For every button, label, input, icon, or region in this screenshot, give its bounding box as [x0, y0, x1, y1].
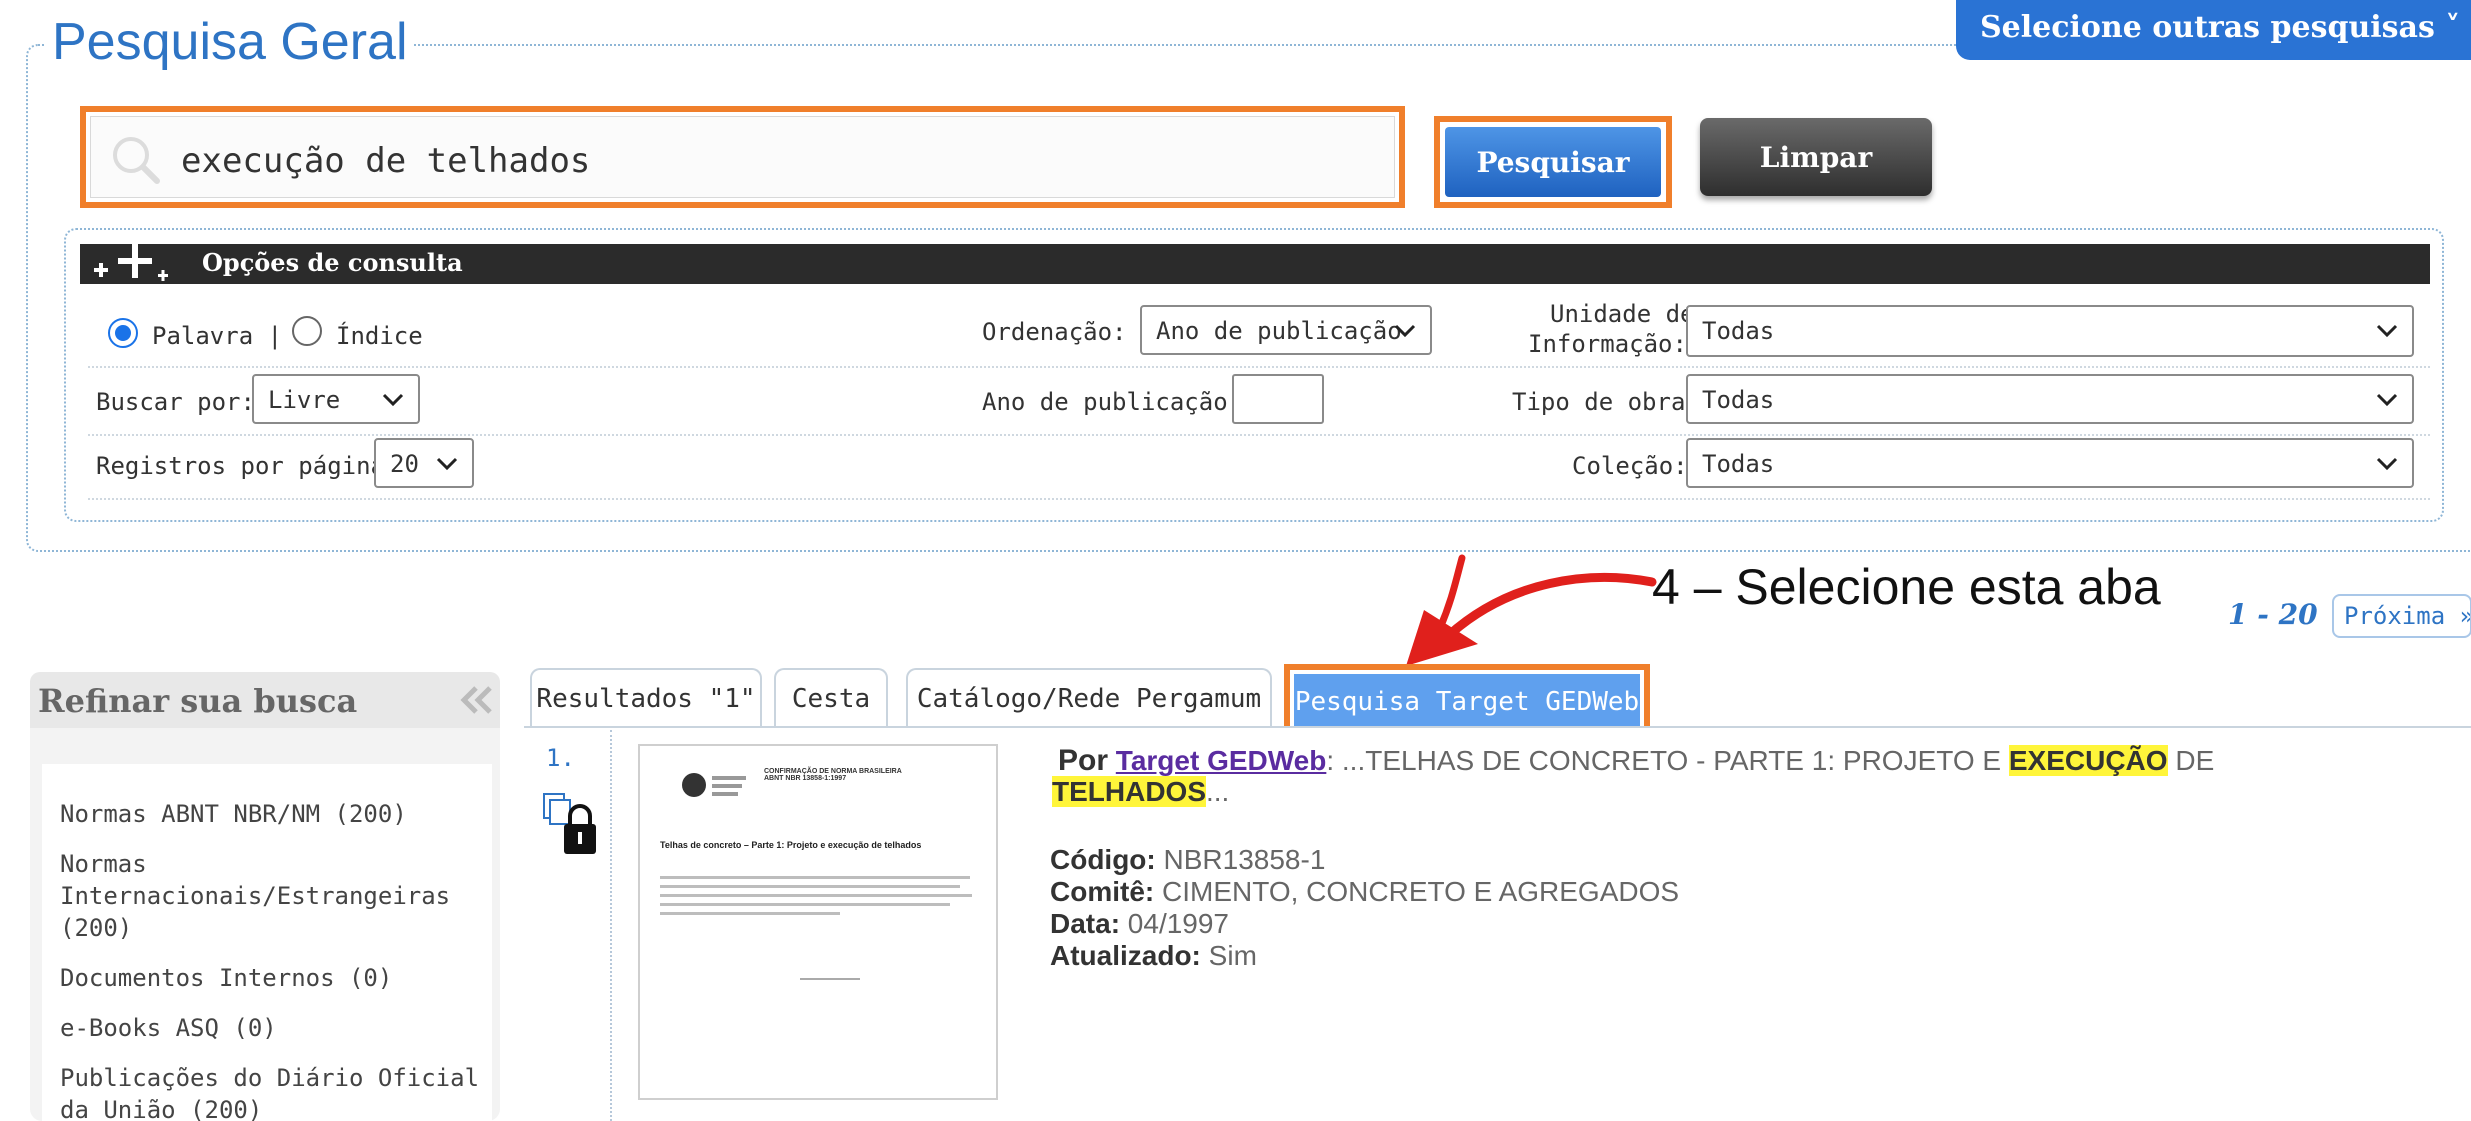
row-divider — [88, 434, 2430, 436]
chevron-down-icon — [436, 457, 458, 471]
unit-select[interactable]: Todas — [1686, 305, 2414, 357]
radio-word[interactable] — [108, 318, 138, 348]
search-by-label: Buscar por: — [96, 388, 255, 416]
sidebar-list: Normas ABNT NBR/NM (200) Normas Internac… — [42, 764, 492, 1121]
document-thumbnail[interactable]: CONFIRMAÇÃO DE NORMA BRASILEIRA ABNT NBR… — [638, 744, 998, 1100]
highlight-telhados: TELHADOS — [1052, 776, 1206, 807]
result-number: 1. — [546, 744, 575, 772]
result-updated: Atualizado: Sim — [1050, 940, 1257, 971]
next-page-button[interactable]: Próxima » — [2332, 594, 2471, 638]
search-query-text: execução de telhados — [181, 141, 591, 181]
thumb-text-lines — [660, 876, 972, 915]
year-input[interactable] — [1232, 374, 1324, 424]
sidebar-item-diario-oficial[interactable]: Publicações do Diário Oficial da União (… — [60, 1062, 480, 1121]
collection-label: Coleção: — [1572, 452, 1688, 480]
per-page-label: Registros por página: — [96, 452, 400, 480]
tab-target-highlight: Pesquisa Target GEDWeb — [1284, 664, 1650, 730]
search-input[interactable]: execução de telhados — [80, 106, 1405, 208]
collection-select[interactable]: Todas — [1686, 438, 2414, 488]
radio-word-label: Palavra | — [152, 322, 283, 350]
radio-index-label: Índice — [336, 322, 423, 350]
annotation-text: 4 – Selecione esta aba — [1652, 559, 2161, 615]
chevron-down-icon — [2376, 393, 2398, 407]
query-options-header[interactable]: Opções de consulta — [80, 244, 2430, 284]
pagination-range: 1 - 20 — [2228, 598, 2318, 631]
sidebar-item-ebooks[interactable]: e-Books ASQ (0) — [60, 1012, 492, 1044]
page-title: Pesquisa Geral — [46, 12, 414, 72]
thumb-footer-line — [800, 978, 860, 980]
search-button[interactable]: Pesquisar — [1445, 127, 1661, 197]
chevron-down-icon — [1394, 324, 1416, 338]
abnt-logo-icon — [682, 773, 746, 797]
results-divider — [610, 730, 612, 1121]
radio-index[interactable] — [292, 316, 322, 346]
sort-label: Ordenação: — [982, 318, 1127, 346]
tab-catalog[interactable]: Catálogo/Rede Pergamum — [906, 668, 1272, 728]
expand-plus-icon — [94, 244, 168, 281]
year-label: Ano de publicação: — [982, 388, 1243, 416]
thumb-code: ABNT NBR 13858-1:1997 — [764, 775, 847, 782]
thumb-header: CONFIRMAÇÃO DE NORMA BRASILEIRA — [764, 768, 902, 775]
tab-results[interactable]: Resultados "1" — [530, 668, 762, 728]
work-type-select[interactable]: Todas — [1686, 374, 2414, 424]
unit-label-line1: Unidade de — [1550, 300, 1695, 328]
tab-target-gedweb[interactable]: Pesquisa Target GEDWeb — [1294, 674, 1640, 730]
thumb-title: Telhas de concreto – Parte 1: Projeto e … — [660, 840, 922, 850]
row-divider — [88, 498, 2430, 500]
result-title-line1: Por Target GEDWeb: ...TELHAS DE CONCRETO… — [1058, 744, 2215, 777]
sidebar-item-internal-docs[interactable]: Documentos Internos (0) — [60, 962, 492, 994]
result-date: Data: 04/1997 — [1050, 908, 1230, 939]
sidebar-item-abnt[interactable]: Normas ABNT NBR/NM (200) — [60, 798, 492, 830]
collapse-double-chevron-icon[interactable] — [458, 682, 494, 718]
result-source-link[interactable]: Target GEDWeb — [1116, 745, 1327, 776]
annotation-arrow-icon — [1406, 554, 1657, 666]
search-icon — [113, 137, 160, 184]
search-button-highlight: Pesquisar — [1434, 116, 1672, 208]
tab-basket[interactable]: Cesta — [774, 668, 888, 728]
highlight-execucao: EXECUÇÃO — [2008, 745, 2168, 776]
refine-header: Refinar sua busca — [30, 672, 500, 728]
row-divider — [88, 366, 2430, 368]
chevron-down-icon — [2376, 457, 2398, 471]
refine-title: Refinar sua busca — [38, 682, 358, 720]
work-type-label: Tipo de obra: — [1512, 388, 1700, 416]
locked-document-icon[interactable] — [540, 790, 602, 858]
sort-select[interactable]: Ano de publicação — [1140, 305, 1432, 355]
chevron-down-icon — [382, 393, 404, 407]
chevron-down-icon — [2376, 324, 2398, 338]
result-title-line2: TELHADOS... — [1052, 776, 1230, 807]
result-committee: Comitê: CIMENTO, CONCRETO E AGREGADOS — [1050, 876, 1680, 907]
clear-button[interactable]: Limpar — [1700, 118, 1932, 196]
unit-label-line2: Informação: — [1528, 330, 1687, 358]
query-options-title: Opções de consulta — [202, 248, 463, 277]
per-page-select[interactable]: 20 — [374, 438, 474, 488]
other-searches-dropdown[interactable]: Selecione outras pesquisas ˅ — [1956, 0, 2471, 60]
result-code: Código: NBR13858-1 — [1050, 844, 1326, 875]
sidebar-item-international[interactable]: Normas Internacionais/Estrangeiras (200) — [60, 848, 450, 944]
search-by-select[interactable]: Livre — [252, 374, 420, 424]
